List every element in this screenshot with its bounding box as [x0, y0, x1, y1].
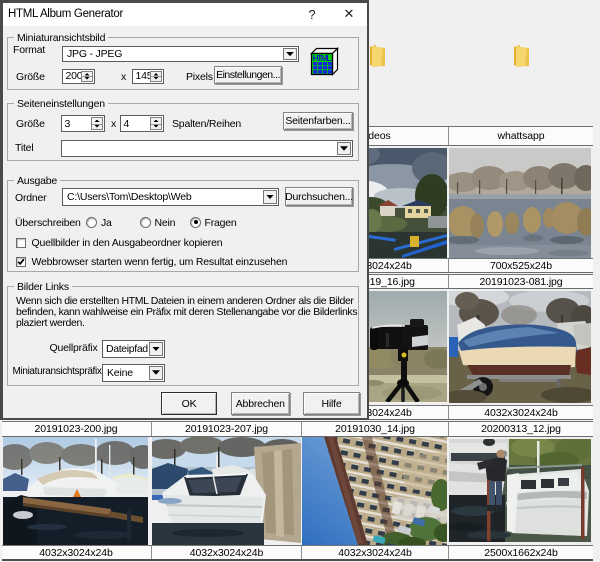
- svg-text:HTML: HTML: [313, 53, 332, 63]
